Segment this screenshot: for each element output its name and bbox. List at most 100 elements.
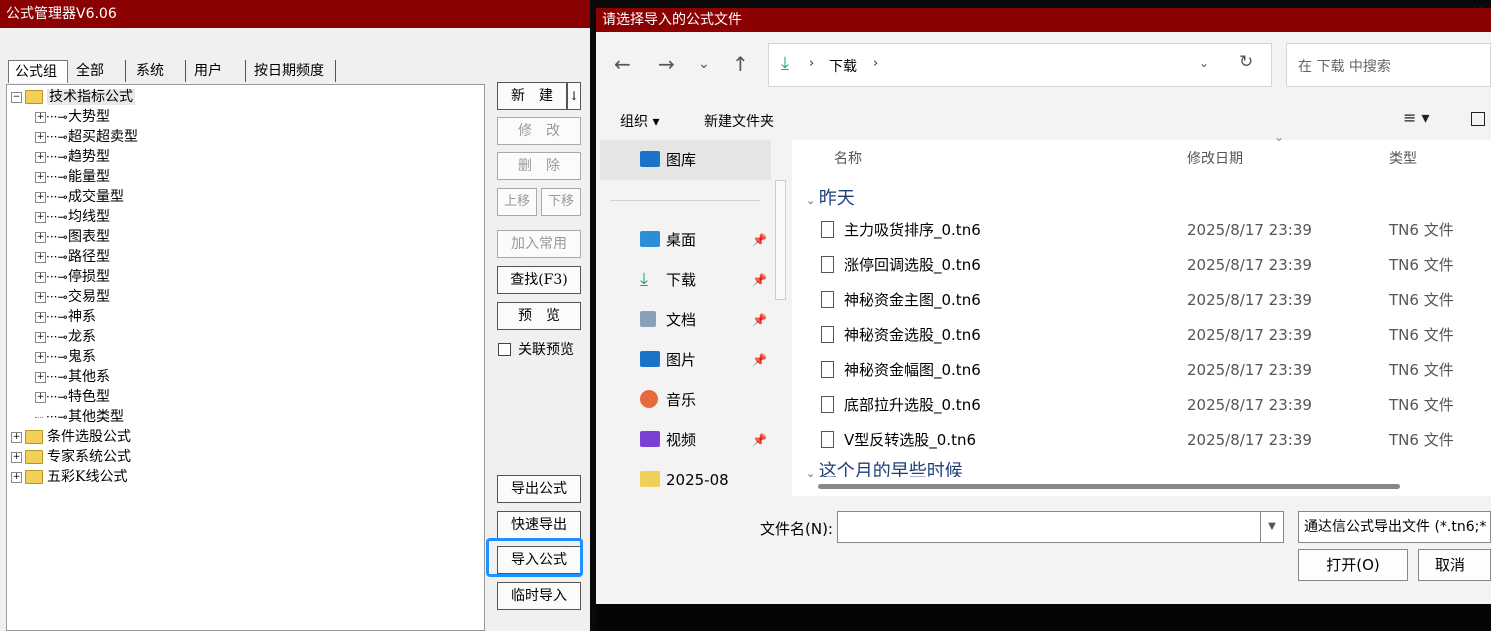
expand-icon[interactable]: + bbox=[35, 191, 46, 203]
search-input[interactable]: 在 下载 中搜索 bbox=[1298, 56, 1391, 76]
new-folder-button[interactable]: 新建文件夹 bbox=[704, 111, 774, 131]
expand-icon[interactable]: + bbox=[35, 131, 46, 143]
edit-button[interactable]: 修 改 bbox=[497, 117, 581, 145]
tab-all[interactable]: 全部 bbox=[70, 60, 126, 82]
expand-icon[interactable]: + bbox=[35, 351, 46, 363]
group-yesterday[interactable]: ⌄ 昨天 bbox=[806, 184, 855, 210]
sidebar-item-documents[interactable]: 文档 📌 bbox=[600, 300, 770, 340]
file-row[interactable]: V型反转选股_0.tn6 2025/8/17 23:39 TN6 文件 bbox=[792, 423, 1491, 457]
filetype-select[interactable]: 通达信公式导出文件 (*.tn6;* bbox=[1298, 511, 1491, 543]
file-row[interactable]: 神秘资金选股_0.tn6 2025/8/17 23:39 TN6 文件 bbox=[792, 318, 1491, 352]
file-row[interactable]: 底部拉升选股_0.tn6 2025/8/17 23:39 TN6 文件 bbox=[792, 388, 1491, 422]
tree-item[interactable]: ···⊸其他类型 bbox=[35, 407, 124, 427]
tree-item[interactable]: + ···⊸趋势型 bbox=[35, 147, 110, 167]
open-button[interactable]: 打开(O) bbox=[1298, 549, 1408, 581]
expand-icon[interactable]: + bbox=[35, 151, 46, 163]
preview-button[interactable]: 预 览 bbox=[497, 302, 581, 330]
pin-icon[interactable]: 📌 bbox=[752, 420, 767, 460]
tree-item[interactable]: + ···⊸超买超卖型 bbox=[35, 127, 138, 147]
tree-item[interactable]: + ···⊸交易型 bbox=[35, 287, 110, 307]
expand-icon[interactable]: + bbox=[35, 251, 46, 263]
sidebar-item-folder-2025-08[interactable]: 2025-08 bbox=[600, 460, 770, 496]
sidebar-item-pictures[interactable]: 图片 📌 bbox=[600, 340, 770, 380]
sidebar-item-desktop[interactable]: 桌面 📌 bbox=[600, 220, 770, 260]
tree-item[interactable]: + ···⊸成交量型 bbox=[35, 187, 124, 207]
export-formula-button[interactable]: 导出公式 bbox=[497, 475, 581, 503]
add-common-button[interactable]: 加入常用 bbox=[497, 230, 581, 258]
quick-export-button[interactable]: 快速导出 bbox=[497, 511, 581, 539]
expand-icon[interactable]: + bbox=[35, 271, 46, 283]
expand-icon[interactable]: + bbox=[35, 111, 46, 123]
preview-pane-icon[interactable] bbox=[1471, 112, 1485, 126]
tree-item[interactable]: + ···⊸神系 bbox=[35, 307, 96, 327]
expand-icon[interactable]: + bbox=[35, 211, 46, 223]
cancel-button[interactable]: 取消 bbox=[1418, 549, 1491, 581]
filename-input[interactable] bbox=[837, 511, 1261, 543]
new-dropdown-arrow[interactable]: ↓ bbox=[567, 82, 581, 110]
tab-formula-group[interactable]: 公式组 bbox=[8, 60, 68, 83]
forward-icon[interactable]: → bbox=[658, 52, 675, 76]
expand-icon[interactable]: + bbox=[35, 171, 46, 183]
sidebar-scrollbar[interactable] bbox=[775, 180, 786, 300]
tab-system[interactable]: 系统 bbox=[130, 60, 186, 82]
history-dropdown-icon[interactable]: ⌄ bbox=[698, 56, 710, 72]
breadcrumb[interactable]: 下载 bbox=[829, 56, 857, 76]
sidebar-item-gallery[interactable]: 图库 bbox=[600, 140, 771, 180]
refresh-icon[interactable]: ↻ bbox=[1239, 52, 1253, 72]
expand-icon[interactable]: + bbox=[11, 431, 22, 443]
move-down-button[interactable]: 下移 bbox=[541, 188, 581, 216]
pin-icon[interactable]: 📌 bbox=[752, 300, 767, 340]
sidebar-item-videos[interactable]: 视频 📌 bbox=[600, 420, 770, 460]
view-options-icon[interactable]: ≡ ▾ bbox=[1403, 108, 1430, 127]
expand-icon[interactable]: + bbox=[11, 451, 22, 463]
tab-user[interactable]: 用户 bbox=[188, 60, 246, 82]
tree-item[interactable]: + ···⊸大势型 bbox=[35, 107, 110, 127]
column-header-type[interactable]: 类型 bbox=[1389, 148, 1417, 168]
tree-node-technical[interactable]: − 技术指标公式 bbox=[11, 87, 135, 107]
back-icon[interactable]: ← bbox=[614, 52, 631, 76]
organize-menu[interactable]: 组织 ▾ bbox=[620, 111, 659, 131]
temp-import-button[interactable]: 临时导入 bbox=[497, 582, 581, 610]
tree-item[interactable]: + ···⊸均线型 bbox=[35, 207, 110, 227]
tree-item[interactable]: + ···⊸特色型 bbox=[35, 387, 110, 407]
file-row[interactable]: 主力吸货排序_0.tn6 2025/8/17 23:39 TN6 文件 bbox=[792, 213, 1491, 247]
chevron-down-icon[interactable]: ⌄ bbox=[1199, 56, 1209, 70]
tree-node-condition-select[interactable]: + 条件选股公式 bbox=[11, 427, 131, 447]
sidebar-item-downloads[interactable]: ⤓ 下载 📌 bbox=[600, 260, 770, 300]
horizontal-scrollbar[interactable] bbox=[818, 484, 1400, 489]
tree-node-colored-kline[interactable]: + 五彩K线公式 bbox=[11, 467, 127, 487]
pin-icon[interactable]: 📌 bbox=[752, 220, 767, 260]
expand-icon[interactable]: + bbox=[35, 371, 46, 383]
expand-icon[interactable]: + bbox=[11, 471, 22, 483]
tree-item[interactable]: + ···⊸能量型 bbox=[35, 167, 110, 187]
sidebar-item-music[interactable]: 音乐 bbox=[600, 380, 770, 420]
delete-button[interactable]: 删 除 bbox=[497, 152, 581, 180]
expand-icon[interactable]: + bbox=[35, 231, 46, 243]
find-button[interactable]: 查找(F3) bbox=[497, 266, 581, 294]
tree-item[interactable]: + ···⊸路径型 bbox=[35, 247, 110, 267]
expand-icon[interactable]: + bbox=[35, 291, 46, 303]
chevron-down-icon[interactable]: ▼ bbox=[1260, 511, 1284, 543]
up-icon[interactable]: ↑ bbox=[732, 52, 749, 76]
tree-item[interactable]: + ···⊸其他系 bbox=[35, 367, 110, 387]
column-header-date[interactable]: 修改日期 bbox=[1187, 148, 1243, 168]
tree-item[interactable]: + ···⊸鬼系 bbox=[35, 347, 96, 367]
tree-item[interactable]: + ···⊸停损型 bbox=[35, 267, 110, 287]
move-up-button[interactable]: 上移 bbox=[497, 188, 537, 216]
tree-item[interactable]: + ···⊸龙系 bbox=[35, 327, 96, 347]
file-row[interactable]: 神秘资金幅图_0.tn6 2025/8/17 23:39 TN6 文件 bbox=[792, 353, 1491, 387]
search-box[interactable]: 在 下载 中搜索 bbox=[1286, 43, 1491, 87]
related-preview-checkbox[interactable] bbox=[498, 343, 511, 356]
expand-icon[interactable]: + bbox=[35, 331, 46, 343]
tree-item[interactable]: + ···⊸图表型 bbox=[35, 227, 110, 247]
column-header-name[interactable]: 名称 bbox=[834, 148, 862, 168]
address-bar[interactable]: ⤓ › 下载 › ⌄ ↻ bbox=[768, 43, 1272, 87]
expand-icon[interactable]: + bbox=[35, 311, 46, 323]
tree-node-expert-system[interactable]: + 专家系统公式 bbox=[11, 447, 131, 467]
formula-tree[interactable]: − 技术指标公式 + ···⊸大势型 + ···⊸超买超卖型 + ···⊸趋势型 + ··… bbox=[6, 84, 485, 631]
expand-icon[interactable]: + bbox=[35, 391, 46, 403]
file-row[interactable]: 神秘资金主图_0.tn6 2025/8/17 23:39 TN6 文件 bbox=[792, 283, 1491, 317]
file-row[interactable]: 涨停回调选股_0.tn6 2025/8/17 23:39 TN6 文件 bbox=[792, 248, 1491, 282]
collapse-icon[interactable]: − bbox=[11, 91, 22, 103]
pin-icon[interactable]: 📌 bbox=[752, 260, 767, 300]
